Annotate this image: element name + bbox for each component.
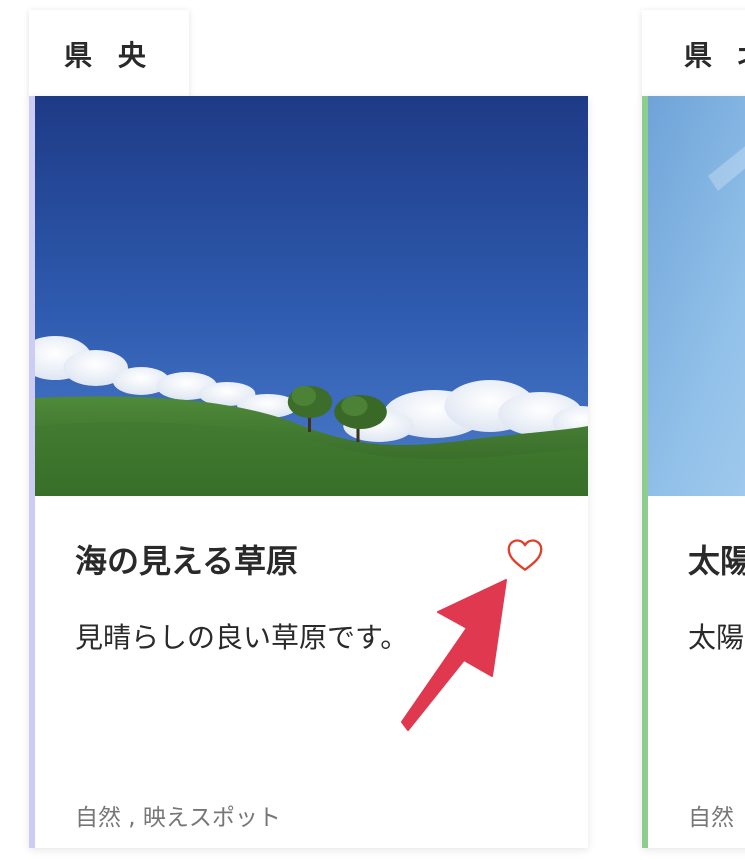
spot-description: 見晴らしの良い草原です。 [75,621,409,654]
heart-outline-icon [507,539,543,571]
spot-description: 太陽 [688,621,745,654]
region-tab-kenou[interactable]: 県 央 [29,10,189,98]
favorite-button[interactable] [505,536,545,574]
region-tab-kenhoku[interactable]: 県 北 [642,10,745,98]
spot-title[interactable]: 太陽 [688,536,745,582]
spot-photo [648,96,745,496]
spot-list-viewport: 県 央 県 北 [0,0,745,860]
spot-title[interactable]: 海の見える草原 [75,536,298,582]
spot-tags: 自然 [688,805,734,831]
grassland-photo [35,96,588,496]
sky-photo [648,96,745,496]
spot-photo [35,96,588,496]
spot-card[interactable]: 海の見える草原 見晴らしの良い草原です。 自然 , 映えスポット [29,96,588,848]
spot-card[interactable]: 太陽 太陽 自然 [642,96,745,848]
spot-tags: 自然 , 映えスポット [75,805,281,831]
